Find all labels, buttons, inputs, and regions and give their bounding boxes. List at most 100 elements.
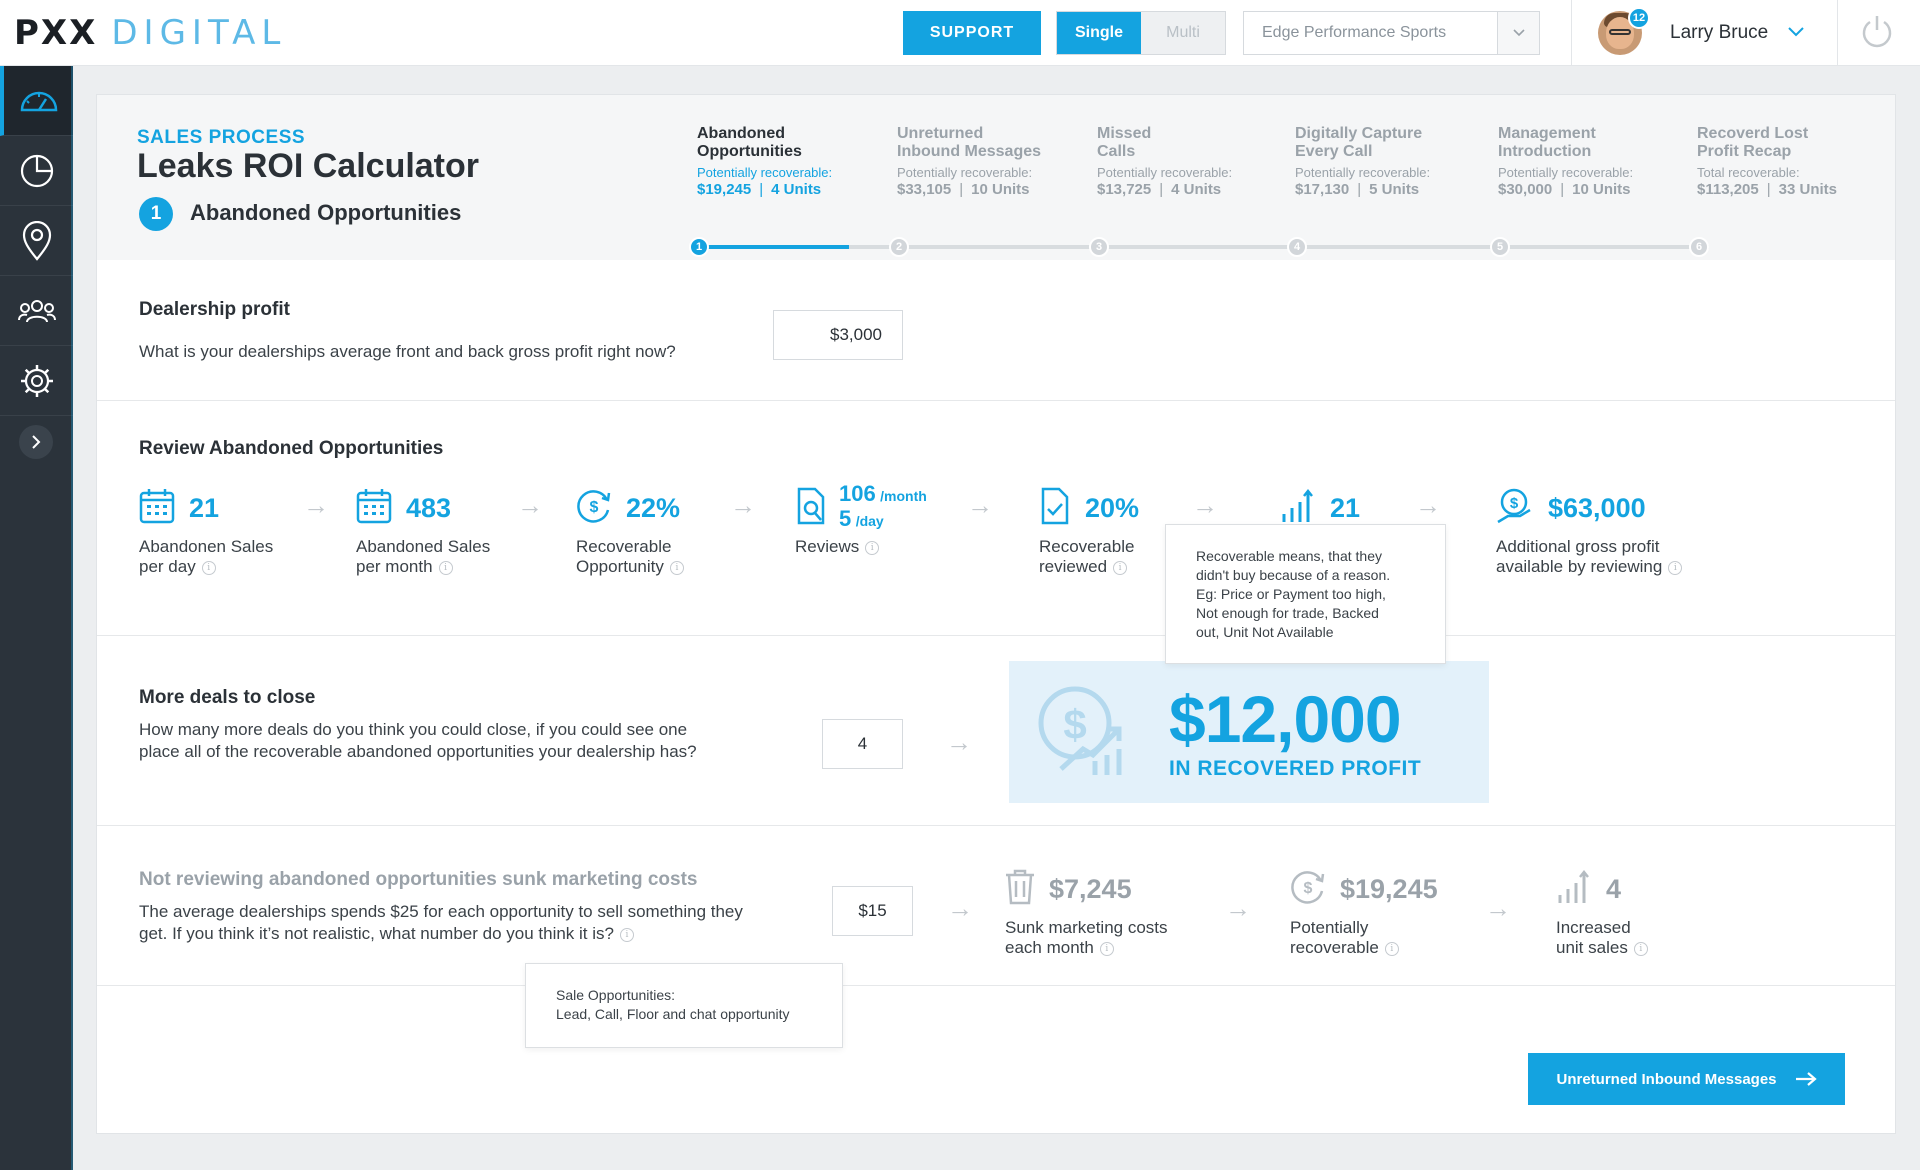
settings-gear-icon[interactable]: [0, 346, 73, 416]
sidebar-expand-button[interactable]: [19, 425, 53, 459]
metric-label-line: Abandonen Sales: [139, 537, 274, 556]
dollar-growth-icon: $: [1035, 683, 1131, 784]
step-units: 5 Units: [1369, 181, 1420, 198]
tooltip-line: Lead, Call, Floor and chat opportunity: [556, 1006, 790, 1022]
step-dot[interactable]: 5: [1490, 237, 1510, 257]
step-dot[interactable]: 2: [889, 237, 909, 257]
mode-single-button[interactable]: Single: [1057, 12, 1141, 54]
current-step-number: 1: [139, 197, 173, 231]
arrow-right-icon: →: [947, 893, 973, 923]
mode-multi-button[interactable]: Multi: [1141, 12, 1225, 54]
step-name: Introduction: [1498, 143, 1592, 160]
dealership-profit-input[interactable]: $3,000: [773, 310, 903, 360]
tooltip-line: out, Unit Not Available: [1196, 624, 1334, 640]
user-name[interactable]: Larry Bruce: [1670, 22, 1768, 44]
recovered-profit-label: IN RECOVERED PROFIT: [1169, 757, 1422, 780]
support-button[interactable]: SUPPORT: [903, 11, 1041, 55]
step-dot[interactable]: 6: [1689, 237, 1709, 257]
step-separator: |: [1560, 181, 1565, 198]
next-step-label: Unreturned Inbound Messages: [1556, 1070, 1777, 1088]
step-value: $17,130 | 5 Units: [1295, 181, 1495, 198]
step-name: Calls: [1097, 143, 1136, 160]
metric-value: 21: [1330, 492, 1361, 523]
brand-logo[interactable]: PXX DIGITAL: [14, 8, 286, 58]
deals-question-line: place all of the recoverable abandoned o…: [139, 742, 697, 761]
chevron-down-icon[interactable]: [1497, 12, 1539, 54]
people-icon[interactable]: [0, 276, 73, 346]
metric-value: $19,245: [1340, 873, 1438, 904]
section-divider: [97, 400, 1895, 401]
step-separator: |: [1357, 181, 1362, 198]
step-separator: |: [1159, 181, 1164, 198]
step-label: Potentially recoverable:: [697, 165, 833, 180]
metric-label: Increased unit sales i: [1556, 918, 1766, 958]
reviews-per-day: 5: [839, 506, 852, 531]
sunk-costs-question: The average dealerships spends $25 for e…: [139, 901, 743, 945]
power-icon[interactable]: [1860, 14, 1894, 55]
step-dot[interactable]: 3: [1089, 237, 1109, 257]
chevron-down-icon[interactable]: [1788, 24, 1804, 42]
header-divider: [1837, 0, 1838, 66]
step-digitally-capture[interactable]: Digitally Capture Every Call Potentially…: [1295, 125, 1495, 198]
pie-chart-icon[interactable]: [0, 136, 73, 206]
sale-opportunities-tooltip: Sale Opportunities: Lead, Call, Floor an…: [525, 963, 843, 1048]
step-units: 33 Units: [1778, 181, 1838, 198]
info-icon[interactable]: i: [1099, 941, 1114, 956]
metric-value: $7,245: [1049, 873, 1132, 904]
avatar[interactable]: 12: [1598, 7, 1650, 55]
header-divider: [1571, 0, 1572, 66]
step-amount: $30,000: [1498, 181, 1553, 198]
info-icon[interactable]: i: [865, 540, 880, 555]
step-name: Digitally Capture: [1295, 125, 1423, 142]
step-unreturned-inbound-messages[interactable]: Unreturned Inbound Messages Potentially …: [897, 125, 1097, 198]
step-label: Potentially recoverable:: [1295, 165, 1431, 180]
info-icon[interactable]: i: [1668, 560, 1683, 575]
info-icon[interactable]: i: [201, 560, 216, 575]
metric-label-line: each month: [1005, 938, 1094, 957]
metric-potentially-recoverable: $ $19,245 Potentially recoverable i: [1290, 868, 1500, 958]
info-icon[interactable]: i: [1633, 941, 1648, 956]
info-icon[interactable]: i: [1384, 941, 1399, 956]
deals-input[interactable]: 4: [822, 719, 903, 769]
sunk-cost-input[interactable]: $15: [832, 886, 913, 936]
metric-label-line: Abandoned Sales: [356, 537, 491, 556]
step-missed-calls[interactable]: Missed Calls Potentially recoverable: $1…: [1097, 125, 1297, 198]
metric-label: Reviews i: [795, 537, 1005, 557]
info-icon[interactable]: i: [438, 560, 453, 575]
document-search-icon: [795, 487, 829, 530]
bar-chart-growth-icon: [1556, 869, 1592, 910]
info-icon[interactable]: i: [619, 927, 634, 942]
sunk-question-line: get. If you think it’s not realistic, wh…: [139, 924, 614, 943]
section-divider: [97, 635, 1895, 636]
step-name: Inbound Messages: [897, 143, 1042, 160]
metric-value: 22%: [626, 492, 681, 523]
sunk-question-line: The average dealerships spends $25 for e…: [139, 902, 743, 921]
dealership-select[interactable]: Edge Performance Sports: [1243, 11, 1540, 55]
step-dot[interactable]: 1: [689, 237, 709, 257]
dollar-refresh-icon: $: [1290, 869, 1326, 910]
step-separator: |: [959, 181, 964, 198]
location-pin-icon[interactable]: [0, 206, 73, 276]
info-icon[interactable]: i: [1113, 560, 1128, 575]
step-management-introduction[interactable]: Management Introduction Potentially reco…: [1498, 125, 1698, 198]
notification-badge[interactable]: 12: [1628, 7, 1650, 29]
step-label: Total recoverable:: [1697, 165, 1800, 180]
info-icon[interactable]: i: [669, 560, 684, 575]
dollar-refresh-icon: $: [576, 488, 612, 529]
step-amount: $33,105: [897, 181, 952, 198]
metric-label-line: Potentially: [1290, 918, 1369, 937]
step-profit-recap[interactable]: Recoverd Lost Profit Recap Total recover…: [1697, 125, 1897, 198]
arrow-right-icon: →: [730, 490, 756, 520]
arrow-right-icon: →: [967, 490, 993, 520]
metric-label-line: per month: [356, 557, 433, 576]
brand-name: DIGITAL: [111, 13, 287, 53]
user-menu[interactable]: 12 Larry Bruce: [1598, 7, 1804, 56]
dashboard-icon[interactable]: [0, 66, 73, 136]
step-dot[interactable]: 4: [1287, 237, 1307, 257]
next-step-button[interactable]: Unreturned Inbound Messages: [1528, 1053, 1845, 1105]
step-abandoned-opportunities[interactable]: Abandoned Opportunities Potentially reco…: [697, 125, 897, 198]
dealership-profit-question: What is your dealerships average front a…: [139, 342, 676, 361]
page-title: Leaks ROI Calculator: [137, 147, 480, 185]
top-bar: PXX DIGITAL SUPPORT Single Multi Edge Pe…: [0, 0, 1920, 66]
tooltip-line: Sale Opportunities:: [556, 987, 676, 1003]
